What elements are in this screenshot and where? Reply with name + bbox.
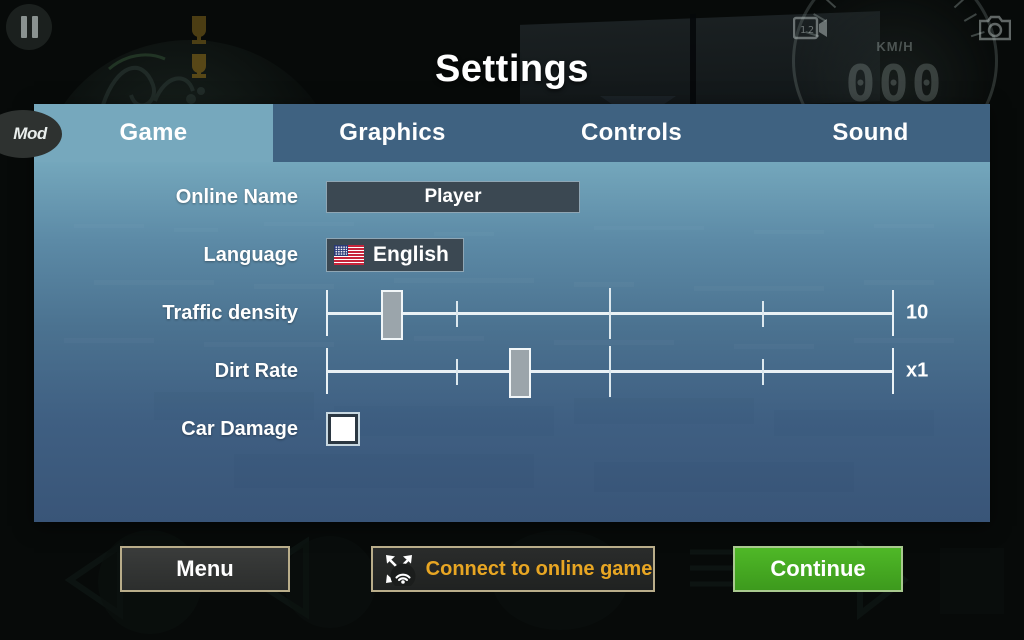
slider-tick-major [608,288,611,339]
traffic-density-control: 10 [326,284,990,342]
footer-buttons: Menu Connect to online game Continue [0,522,1024,640]
camera-icon[interactable] [979,14,1011,42]
slider-tick [762,301,765,327]
tab-controls-label: Controls [580,119,683,146]
svg-text:2: 2 [808,25,814,36]
menu-button[interactable]: Menu [120,546,290,592]
online-name-label: Online Name [175,185,298,208]
settings-panel: Game Graphics Controls Sound Online Name… [34,104,990,522]
pause-icon [20,16,27,38]
car-damage-label: Car Damage [181,417,298,440]
menu-button-label: Menu [176,556,234,581]
online-name-input[interactable]: Player [326,181,580,213]
online-name-control: Player [326,181,990,213]
connect-online-button[interactable]: Connect to online game [371,546,655,592]
tab-game[interactable]: Game [34,104,273,162]
dirt-rate-label: Dirt Rate [214,359,298,382]
dirt-rate-control: x1 [326,342,990,400]
slider-tick [456,359,459,385]
settings-tab-content: Online Name Player Language English Traf… [34,162,990,522]
connect-online-label: Connect to online game [425,557,653,580]
row-dirt-rate: Dirt Rate x1 [34,342,990,400]
traffic-density-value: 10 [906,301,929,324]
row-traffic-density: Traffic density 10 [34,284,990,342]
tab-sound[interactable]: Sound [751,104,990,162]
language-value: English [373,243,449,266]
svg-text:1: 1 [800,25,806,36]
car-damage-control [326,412,990,446]
language-label: Language [203,243,298,266]
tab-sound-label: Sound [832,119,909,146]
dirt-rate-thumb[interactable] [509,348,532,398]
language-control: English [326,238,990,272]
row-language: Language English [34,226,990,284]
traffic-density-thumb[interactable] [380,290,403,340]
game-settings-screen: KM/H 000 1 2 Mod Settings Game Graphics … [0,0,1024,640]
video-camera-icon[interactable]: 1 2 [793,14,829,42]
row-car-damage: Car Damage [34,400,990,458]
car-damage-checkbox[interactable] [326,412,360,446]
tab-graphics[interactable]: Graphics [273,104,512,162]
slider-tick [456,301,459,327]
dirt-rate-value: x1 [906,359,929,382]
checkbox-check-icon [331,417,355,441]
dirt-rate-slider[interactable]: x1 [326,342,928,400]
tab-controls[interactable]: Controls [512,104,751,162]
pause-button[interactable] [6,4,52,50]
settings-tabbar: Game Graphics Controls Sound [34,104,990,162]
traffic-density-label: Traffic density [162,301,298,324]
network-connect-icon [385,555,416,586]
row-online-name: Online Name Player [34,168,990,226]
continue-button-label: Continue [770,556,866,581]
page-title: Settings [435,48,589,90]
traffic-density-slider[interactable]: 10 [326,284,928,342]
slider-tick [762,359,765,385]
continue-button[interactable]: Continue [733,546,903,592]
tab-graphics-label: Graphics [339,119,446,146]
pause-icon-bar2 [31,16,38,38]
language-selector[interactable]: English [326,238,464,272]
us-flag-icon [334,245,364,265]
slider-tick-major [608,346,611,397]
tab-game-label: Game [119,119,188,146]
settings-rows: Online Name Player Language English Traf… [34,162,990,458]
mod-badge-label: Mod [13,124,47,143]
